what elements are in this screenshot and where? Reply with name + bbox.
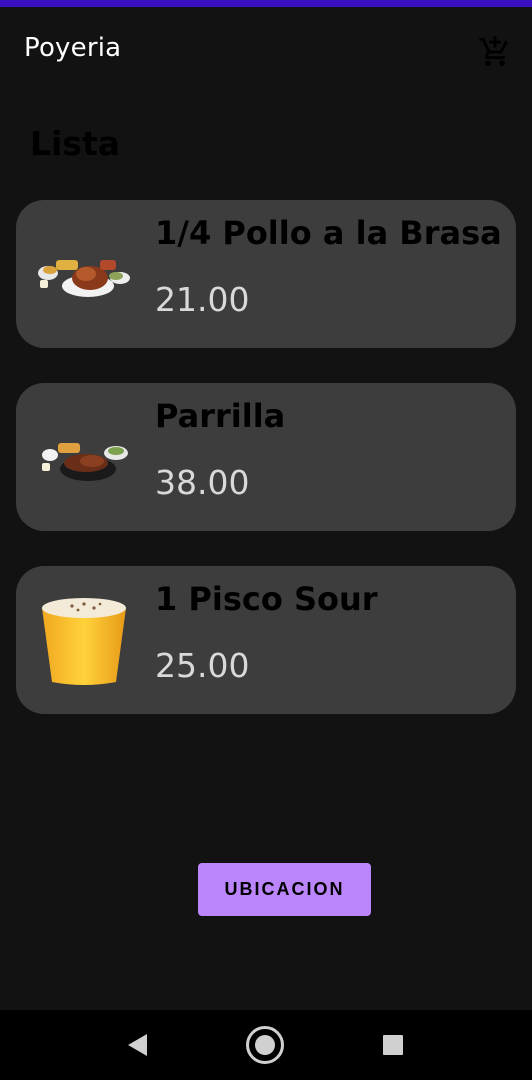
- product-name: 1 Pisco Sour: [155, 580, 378, 618]
- status-bar: [0, 0, 532, 7]
- back-triangle-icon: [128, 1034, 147, 1056]
- grill-platter-image: [42, 443, 128, 481]
- section-title: Lista: [30, 124, 121, 163]
- product-price: 25.00: [155, 646, 250, 685]
- system-nav-bar: [0, 1010, 532, 1080]
- product-name: Parrilla: [155, 397, 286, 435]
- product-price: 21.00: [155, 280, 250, 319]
- roast-chicken-plate-image: [38, 260, 130, 297]
- recents-square-icon: [383, 1035, 403, 1055]
- product-card-pisco-sour[interactable]: 1 Pisco Sour 25.00: [16, 566, 516, 714]
- add-to-cart-button[interactable]: [474, 31, 516, 73]
- nav-home-button[interactable]: [245, 1025, 285, 1065]
- app-title: Poyeria: [24, 33, 122, 63]
- product-card-parrilla[interactable]: Parrilla 38.00: [16, 383, 516, 531]
- nav-back-button[interactable]: [117, 1025, 157, 1065]
- app-bar: Poyeria: [0, 7, 532, 91]
- add-shopping-cart-icon: [479, 36, 508, 67]
- product-price: 38.00: [155, 463, 250, 502]
- pisco-sour-glass-image: [42, 598, 126, 685]
- home-circle-icon: [246, 1026, 284, 1064]
- product-name: 1/4 Pollo a la Brasa: [155, 214, 502, 252]
- nav-recents-button[interactable]: [373, 1025, 413, 1065]
- product-card-pollo[interactable]: 1/4 Pollo a la Brasa 21.00: [16, 200, 516, 348]
- location-button[interactable]: UBICACION: [198, 863, 371, 916]
